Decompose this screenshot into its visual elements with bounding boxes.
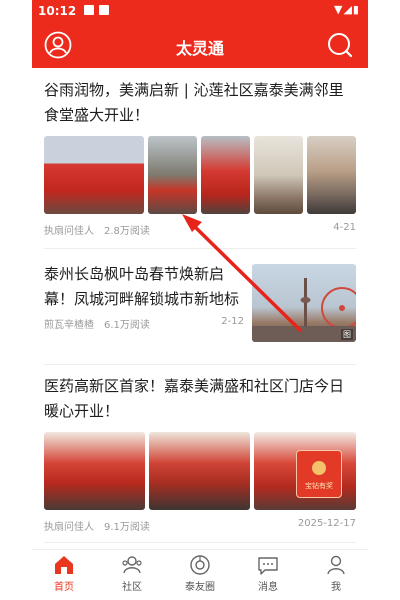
tab-community[interactable]: 社区 (108, 554, 156, 593)
home-icon (55, 556, 73, 574)
moments-icon (190, 555, 210, 575)
right-margin (368, 0, 400, 600)
message-icon (258, 557, 278, 575)
profile-icon (327, 555, 345, 575)
tab-label: 泰友圈 (185, 582, 215, 593)
tab-label: 消息 (258, 582, 278, 593)
left-margin (0, 0, 32, 600)
tab-label: 社区 (122, 582, 142, 593)
bottom-tab-bar: 首页 社区 泰友圈 消息 我 (32, 549, 368, 600)
tab-label: 我 (331, 582, 341, 593)
tab-moments[interactable]: 泰友圈 (176, 554, 224, 593)
annotation-arrow (182, 214, 302, 332)
community-icon (122, 556, 142, 574)
tab-label: 首页 (54, 582, 74, 593)
phone-screen: 10:12 ▼◢▮ 太灵通 谷雨润物，美满启新 | 沁莲社区嘉泰美满邻里食堂盛大… (32, 0, 368, 600)
tab-profile[interactable]: 我 (312, 554, 360, 593)
tab-messages[interactable]: 消息 (244, 554, 292, 593)
tab-home[interactable]: 首页 (40, 554, 88, 593)
